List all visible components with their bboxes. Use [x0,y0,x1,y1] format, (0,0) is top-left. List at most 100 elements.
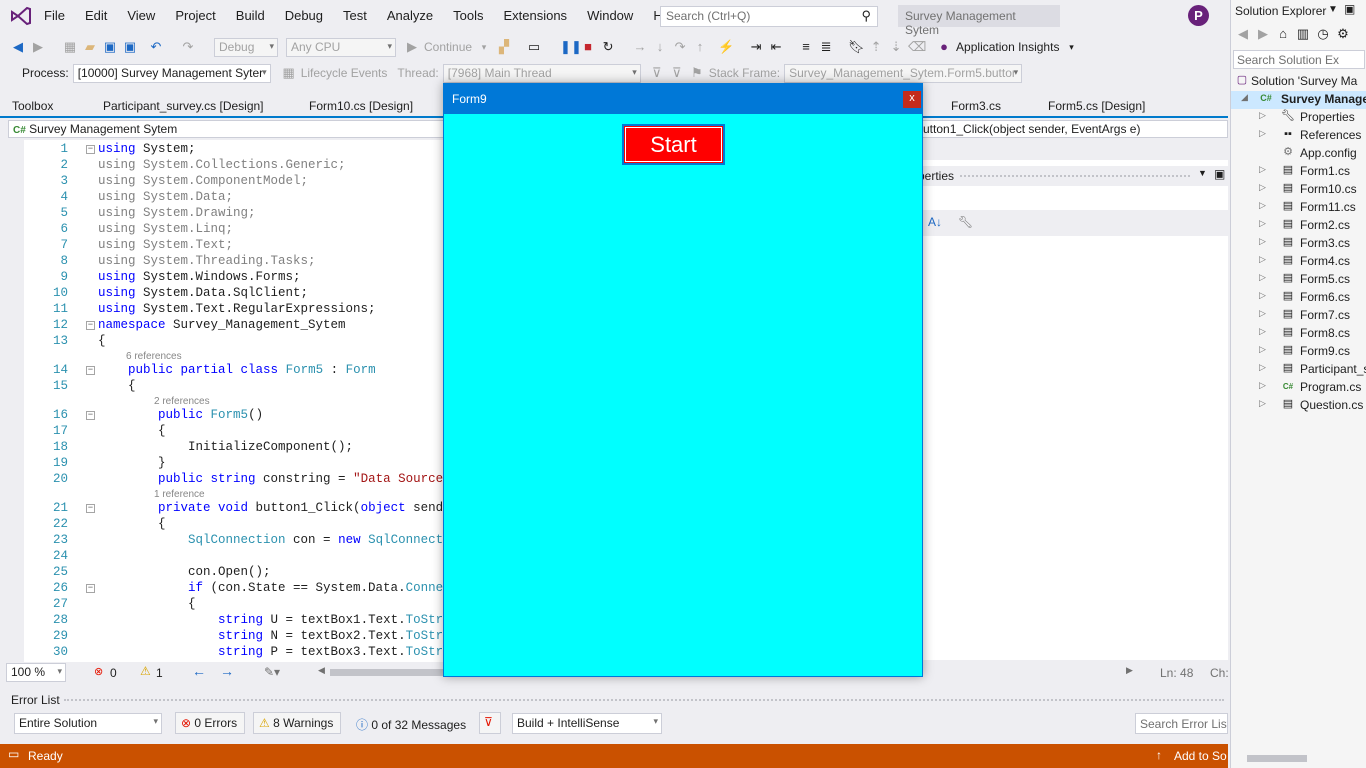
continue-button[interactable]: Continue [424,40,472,54]
add-to-source-control[interactable]: Add to So [1174,749,1227,763]
start-button[interactable]: Start [622,124,725,165]
se-clock-icon[interactable]: ◷ [1315,26,1331,42]
filter-icon[interactable]: ⊽ [649,65,665,81]
horizontal-scrollbar[interactable] [330,669,450,676]
solution-item[interactable]: ▷ ▤ Participant_s [1231,361,1366,379]
search-box[interactable]: Search (Ctrl+Q) ⚲ [660,6,878,27]
expand-icon[interactable]: ▷ [1259,218,1266,229]
project-expand-icon[interactable]: ◢ [1241,92,1248,103]
expand-icon[interactable]: ▷ [1259,326,1266,337]
menu-analyze[interactable]: Analyze [377,8,443,23]
solution-item[interactable]: ▷ ▤ Form6.cs [1231,289,1366,307]
solution-item[interactable]: ▷ ▤ Form5.cs [1231,271,1366,289]
form9-close-button[interactable]: x [903,91,921,108]
member-nav-combo[interactable]: utton1_Click(object sender, EventArgs e) [918,120,1228,138]
lifecycle-icon[interactable]: ▦ [281,65,297,81]
solution-explorer-dock-icon[interactable]: ▣ [1344,2,1355,16]
hscroll-right-icon[interactable]: ▶ [1126,665,1133,676]
show-next-icon[interactable]: → [632,39,648,55]
solution-item[interactable]: ⚙ App.config [1231,145,1366,163]
editor-warnings-count[interactable]: 1 [156,666,163,680]
menu-edit[interactable]: Edit [75,8,117,23]
error-search-input[interactable]: Search Error List [1135,713,1228,734]
clear-bookmarks-icon[interactable]: ⌫ [908,39,926,55]
hscroll-left-icon[interactable]: ◀ [318,665,325,676]
project-nav-combo[interactable]: C# Survey Management Sytem [8,120,448,138]
lifecycle-button[interactable]: Lifecycle Events [301,66,388,80]
se-back-icon[interactable]: ◀ [1235,26,1251,42]
expand-icon[interactable]: ▷ [1259,200,1266,211]
prev-bookmark-icon[interactable]: ⇡ [868,39,884,55]
screen-icon[interactable]: ▭ [526,39,542,55]
continue-icon[interactable]: ▶ [404,39,420,55]
collapse-icon[interactable]: − [86,411,95,420]
save-all-icon[interactable]: ▣ [122,39,138,55]
step-over-icon[interactable]: ↷ [672,39,688,55]
expand-icon[interactable]: ▷ [1259,128,1266,139]
solution-item[interactable]: ▷ 🔧︎ Properties [1231,109,1366,127]
stop-icon[interactable]: ■ [580,39,596,55]
expand-icon[interactable]: ▷ [1259,236,1266,247]
expand-icon[interactable]: ▷ [1259,344,1266,355]
menu-debug[interactable]: Debug [275,8,333,23]
error-scope-combo[interactable]: Entire Solution [14,713,162,734]
solution-item[interactable]: ▷ ▤ Question.cs [1231,397,1366,415]
platform-combo[interactable]: Any CPU [286,37,396,57]
editor-errors-count[interactable]: 0 [110,666,117,680]
messages-filter-button[interactable]: ⓘ 0 of 32 Messages [350,712,470,734]
form9-title-bar[interactable]: Form9 x [444,84,922,114]
expand-icon[interactable]: ▷ [1259,380,1266,391]
expand-icon[interactable]: ▷ [1259,398,1266,409]
solution-item[interactable]: ▷ ▪▪ References [1231,127,1366,145]
source-control-icon[interactable]: ↑ [1156,748,1162,762]
back-icon[interactable]: ◀ [10,39,26,55]
nav-forward-icon[interactable]: → [220,663,234,679]
collapse-icon[interactable]: − [86,366,95,375]
menu-file[interactable]: File [34,8,75,23]
next-bookmark-icon[interactable]: ⇣ [888,39,904,55]
collapse-icon[interactable]: − [86,321,95,330]
expand-icon[interactable]: ▷ [1259,254,1266,265]
hot-reload-icon[interactable]: ⚡ [718,39,734,55]
expand-icon[interactable]: ▷ [1259,182,1266,193]
open-icon[interactable]: ▰ [82,39,98,55]
sort-alpha-icon[interactable]: A↓ [928,215,942,229]
expand-icon[interactable]: ▷ [1259,362,1266,373]
uncomment-icon[interactable]: ≣ [818,39,834,55]
se-settings-icon[interactable]: ⚙ [1335,26,1351,42]
lightbulb-icon[interactable]: ● [936,39,952,55]
redo-icon[interactable]: ↷ [180,39,196,55]
solution-item[interactable]: ▷ ▤ Form7.cs [1231,307,1366,325]
collapse-icon[interactable]: − [86,145,95,154]
tab-form3[interactable]: Form3.cs [951,99,1001,113]
solution-explorer-menu-icon[interactable]: ▼ [1328,4,1338,15]
solution-item[interactable]: ▷ ▤ Form9.cs [1231,343,1366,361]
menu-build[interactable]: Build [226,8,275,23]
indent-icon[interactable]: ⇥ [748,39,764,55]
warnings-filter-button[interactable]: ⚠ 8 Warnings [253,712,341,734]
build-source-combo[interactable]: Build + IntelliSense [512,713,662,734]
expand-icon[interactable]: ▷ [1259,290,1266,301]
forward-icon[interactable]: ▶ [30,39,46,55]
menu-view[interactable]: View [117,8,165,23]
tab-participant-survey[interactable]: Participant_survey.cs [Design] [103,99,264,113]
solution-item[interactable]: ▷ ▤ Form2.cs [1231,217,1366,235]
solution-item[interactable]: ▷ ▤ Form1.cs [1231,163,1366,181]
menu-tools[interactable]: Tools [443,8,493,23]
restart-icon[interactable]: ↻ [600,39,616,55]
codelens-references[interactable]: 6 references [126,351,182,363]
comment-icon[interactable]: ≡ [798,39,814,55]
flag-icon[interactable]: ⚑ [689,65,705,81]
attach-icon[interactable]: ▞ [496,39,512,55]
menu-extensions[interactable]: Extensions [493,8,577,23]
step-into-icon[interactable]: ↓ [652,39,668,55]
solution-item[interactable]: ▷ ▤ Form3.cs [1231,235,1366,253]
solution-item[interactable]: ▷ ▤ Form11.cs [1231,199,1366,217]
bookmark-icon[interactable]: 🔖︎ [848,39,865,55]
menu-project[interactable]: Project [165,8,225,23]
filter-flagged-icon[interactable]: ⊽ [669,65,685,81]
tab-toolbox[interactable]: Toolbox [12,99,53,113]
codelens-references[interactable]: 2 references [154,396,210,408]
new-project-icon[interactable]: ▦ [62,39,78,55]
project-node[interactable]: ◢ C# Survey Manage [1231,91,1366,109]
